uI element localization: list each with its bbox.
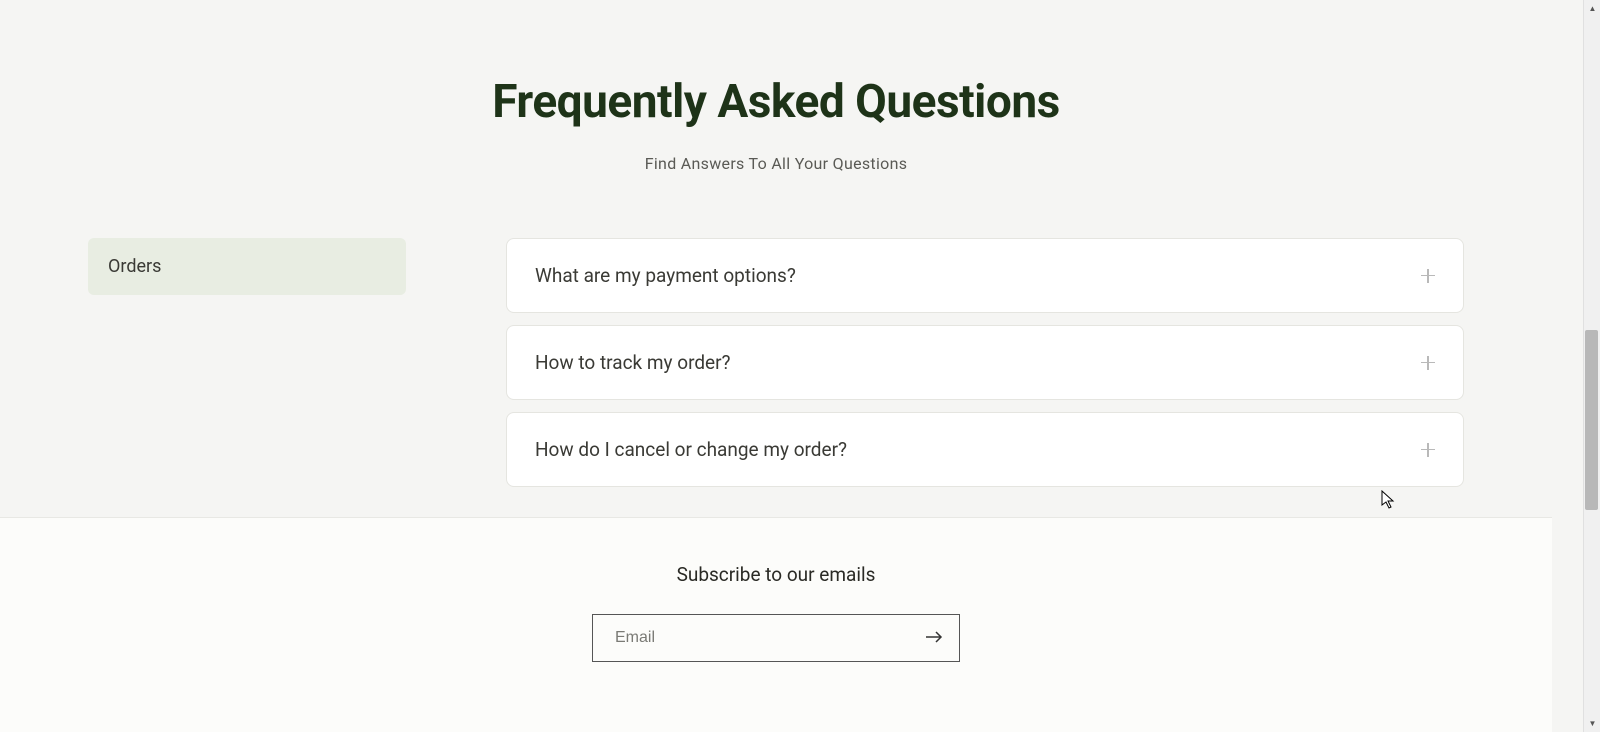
email-subscribe-form xyxy=(592,614,960,662)
footer-subscribe: Subscribe to our emails xyxy=(0,518,1552,732)
email-input[interactable] xyxy=(593,615,909,661)
plus-icon xyxy=(1421,443,1435,457)
faq-content: Orders What are my payment options? How … xyxy=(88,238,1464,517)
hero-section: Frequently Asked Questions Find Answers … xyxy=(0,0,1552,173)
scrollbar-thumb[interactable] xyxy=(1585,330,1598,510)
faq-question[interactable]: How do I cancel or change my order? xyxy=(506,412,1464,487)
arrow-right-icon xyxy=(925,630,943,647)
page-subtitle: Find Answers To All Your Questions xyxy=(0,154,1552,173)
faq-question[interactable]: What are my payment options? xyxy=(506,238,1464,313)
email-submit-button[interactable] xyxy=(909,615,959,661)
sidebar-item-orders[interactable]: Orders xyxy=(88,238,406,295)
faq-question[interactable]: How to track my order? xyxy=(506,325,1464,400)
scrollbar[interactable]: ▲ ▼ xyxy=(1583,0,1600,732)
plus-icon xyxy=(1421,356,1435,370)
faq-sidebar: Orders xyxy=(88,238,406,487)
sidebar-item-label: Orders xyxy=(108,256,161,277)
page-title: Frequently Asked Questions xyxy=(0,75,1552,129)
faq-questions-list: What are my payment options? How to trac… xyxy=(506,238,1464,487)
subscribe-title: Subscribe to our emails xyxy=(0,563,1552,586)
plus-icon xyxy=(1421,269,1435,283)
faq-question-text: How do I cancel or change my order? xyxy=(535,438,847,461)
faq-question-text: How to track my order? xyxy=(535,351,731,374)
scrollbar-arrow-down-icon[interactable]: ▼ xyxy=(1584,715,1600,732)
faq-question-text: What are my payment options? xyxy=(535,264,796,287)
scrollbar-arrow-up-icon[interactable]: ▲ xyxy=(1584,0,1600,17)
